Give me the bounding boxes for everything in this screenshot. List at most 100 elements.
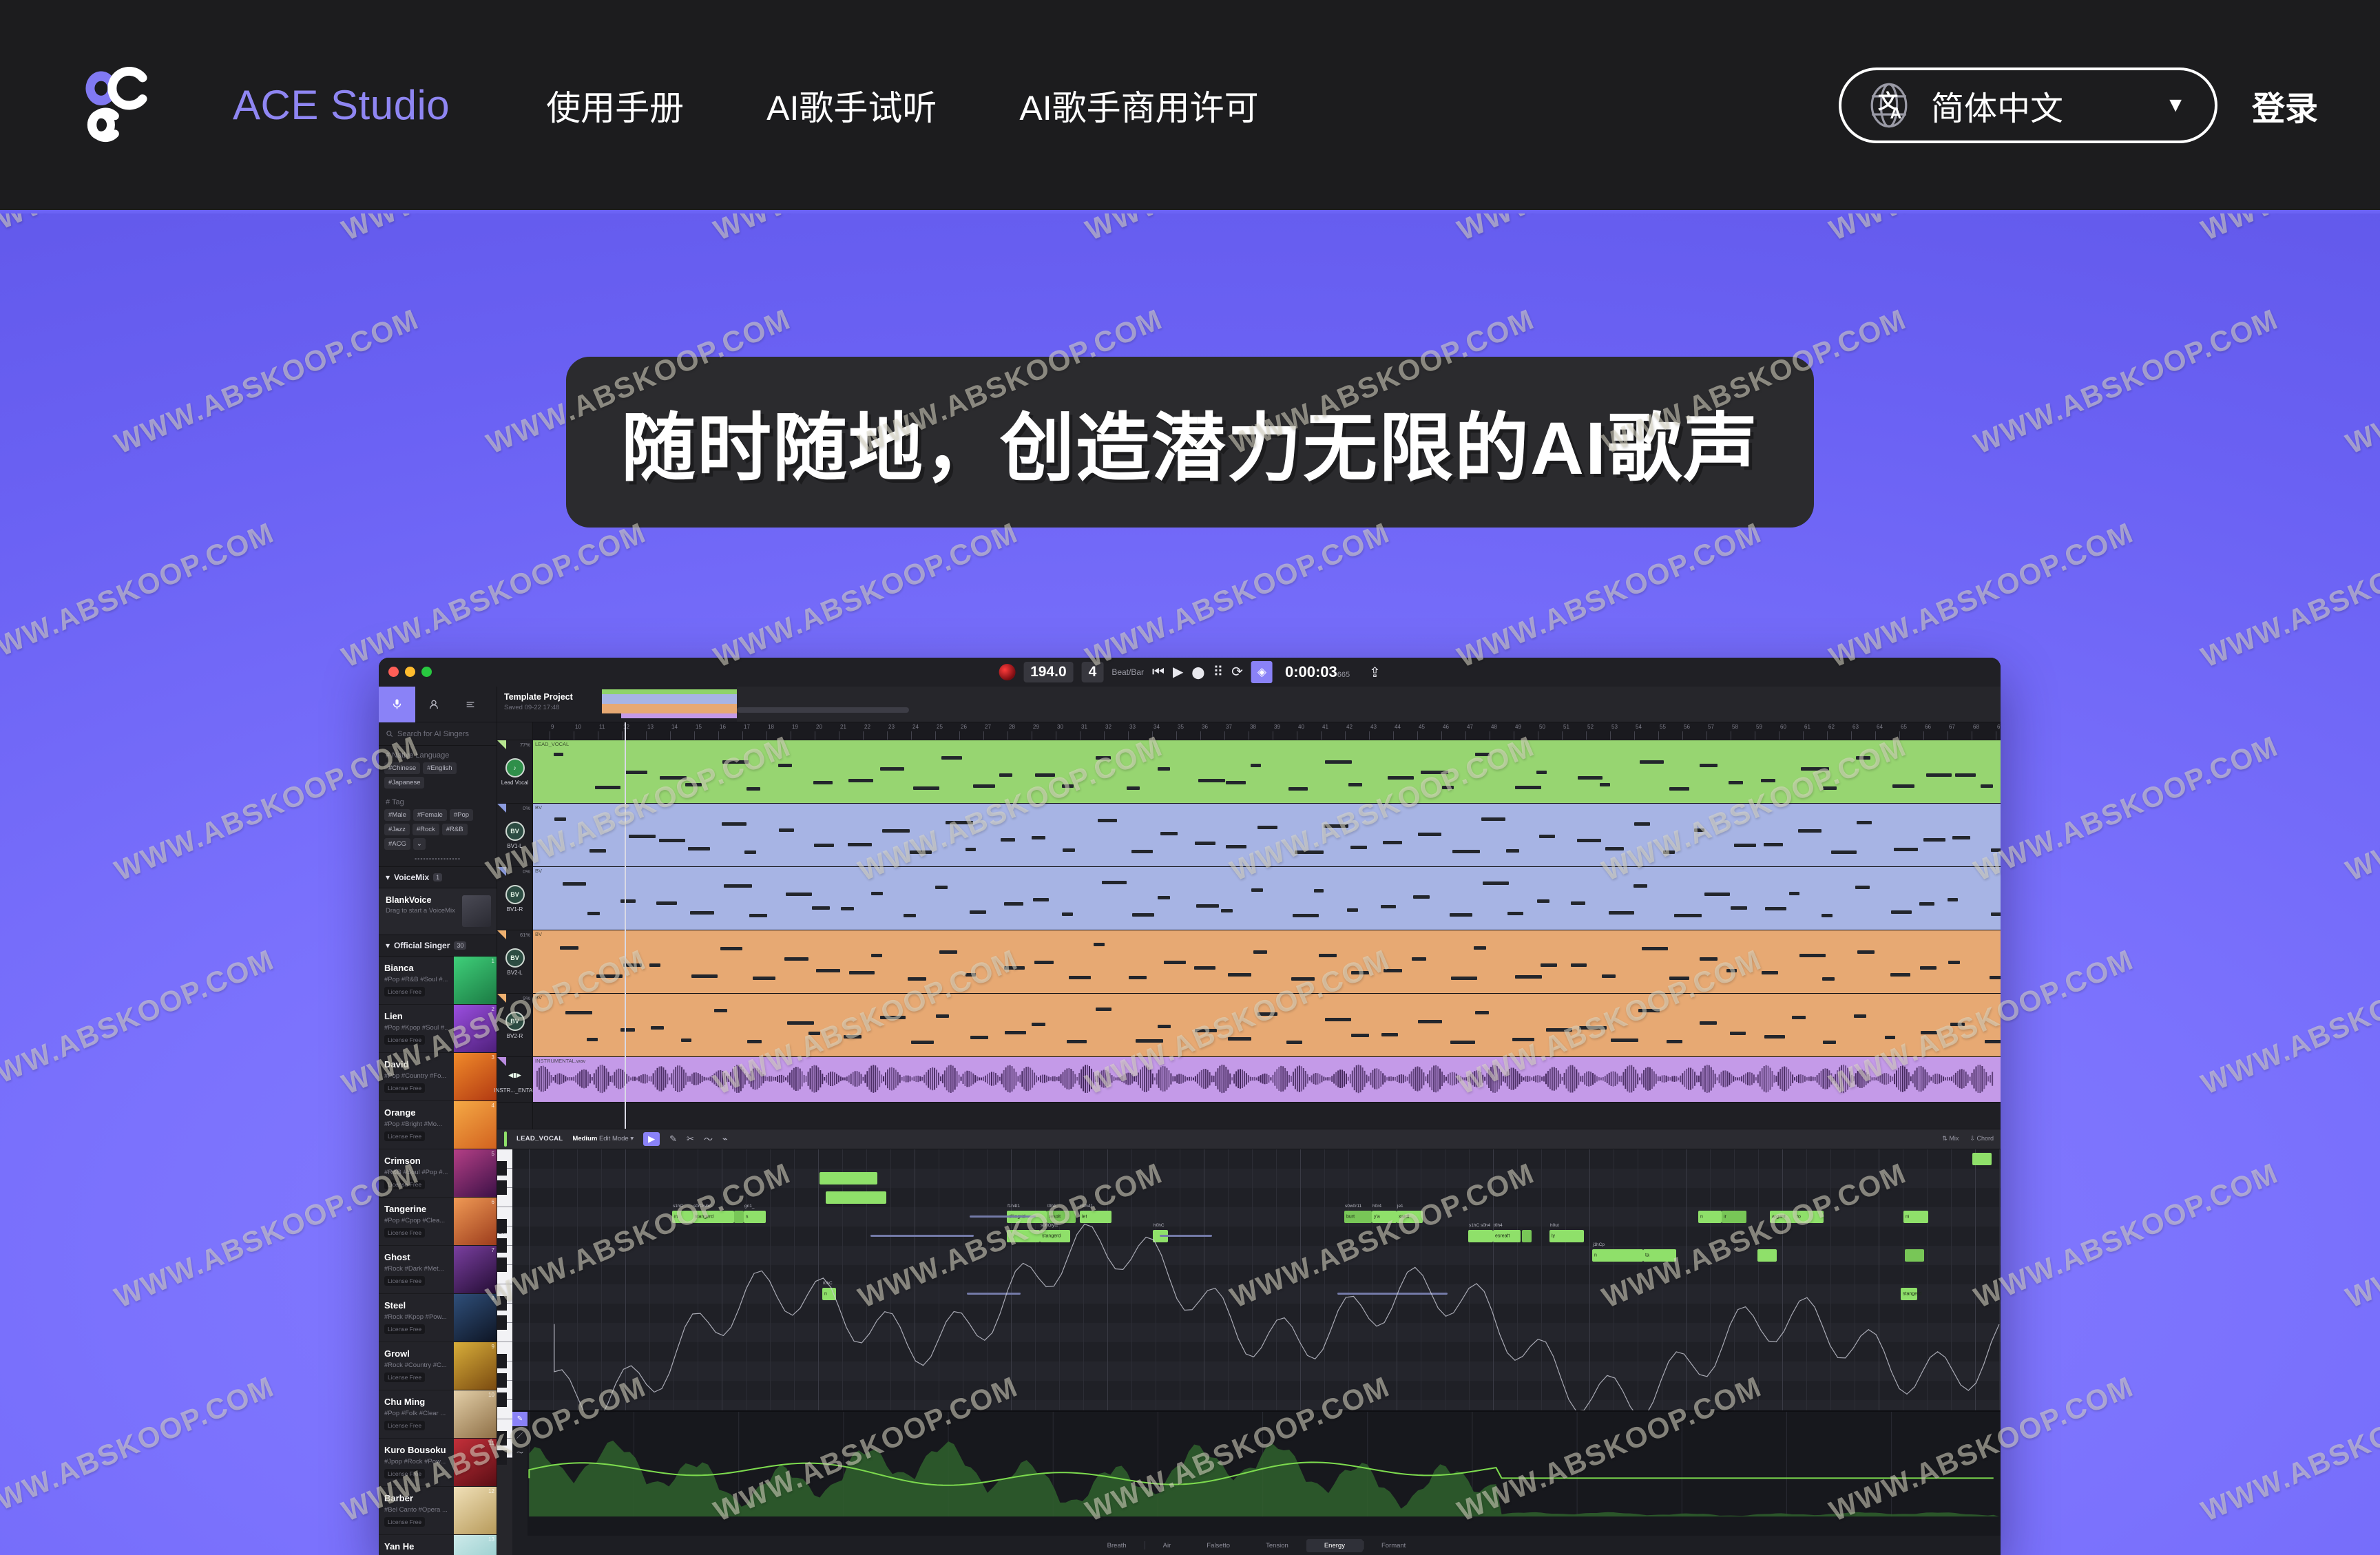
piano-key-black[interactable]	[497, 1373, 507, 1388]
tab-list[interactable]	[452, 687, 488, 722]
chord-button[interactable]: ⇩ Chord	[1970, 1135, 1994, 1142]
note[interactable]	[826, 1191, 886, 1204]
tab-air[interactable]: Air	[1145, 1539, 1189, 1552]
track-row[interactable]: BV	[533, 867, 2001, 930]
note[interactable]	[1905, 1249, 1924, 1262]
parameter-pane[interactable]: ✎ ／ 〜 BreathAirFalsettoTensionEnergyForm…	[512, 1410, 2001, 1555]
bpm-value[interactable]: 194.0	[1023, 662, 1074, 682]
metronome-icon[interactable]: ◈	[1251, 661, 1273, 683]
track-header[interactable]: ◀▮▶INSTR..._ENTAL	[497, 1057, 532, 1103]
record-icon[interactable]: ⬤	[1191, 667, 1204, 678]
note[interactable]: n	[1698, 1211, 1722, 1223]
note[interactable]: ir	[1722, 1211, 1746, 1223]
audio-clip[interactable]: BV	[533, 867, 2001, 930]
blank-voice-item[interactable]: BlankVoice Drag to start a VoiceMix	[379, 888, 497, 935]
edit-mode-selector[interactable]: Medium Edit Mode ▾	[572, 1135, 634, 1142]
track-row[interactable]: BV	[533, 804, 2001, 867]
chip-pop[interactable]: #Pop	[450, 809, 473, 821]
note[interactable]: xardf	[1397, 1211, 1423, 1223]
list-item[interactable]: Chu Ming#Pop #Folk #Clear ...License Fre…	[379, 1390, 497, 1439]
chip-jazz[interactable]: #Jazz	[384, 824, 410, 835]
loop-icon[interactable]: ⟳	[1231, 665, 1243, 679]
list-item[interactable]: Barber#Bel Canto #Opera ...License Free1…	[379, 1487, 497, 1535]
official-singer-group-header[interactable]: ▾ Official Singer 30	[379, 935, 497, 957]
piano-key-black[interactable]	[497, 1257, 507, 1272]
chip-acg[interactable]: #ACG	[384, 838, 410, 850]
ace-logo-icon[interactable]	[79, 65, 160, 146]
audio-clip[interactable]: INSTRUMENTAL.wav	[533, 1057, 2001, 1102]
note[interactable]: ta	[1643, 1249, 1676, 1262]
skip-back-icon[interactable]: ⏮	[1152, 665, 1165, 679]
erase-curve-icon[interactable]: ⌁	[722, 1134, 728, 1145]
scissors-icon[interactable]: ✂	[687, 1134, 694, 1145]
chip-japanese[interactable]: #Japanese	[384, 777, 424, 789]
note[interactable]	[1468, 1230, 1493, 1242]
track-row[interactable]: INSTRUMENTAL.wav	[533, 1057, 2001, 1103]
note[interactable]: stangerd	[693, 1211, 734, 1223]
note[interactable]: burt	[1344, 1211, 1372, 1223]
language-selector[interactable]: 文 A 简体中文 ▼	[1839, 67, 2217, 143]
list-item[interactable]: Tangerine#Pop #Cpop #Clea...License Free…	[379, 1198, 497, 1246]
chip-female[interactable]: #Female	[413, 809, 447, 821]
piano-key-black[interactable]	[497, 1450, 507, 1465]
tab-falsetto[interactable]: Falsetto	[1189, 1539, 1248, 1552]
note[interactable]: to	[1795, 1211, 1824, 1223]
avatar[interactable]: ♪	[505, 758, 525, 778]
note[interactable]	[1757, 1249, 1777, 1262]
note-grid[interactable]: ins1hCstangerds0rOwbnsgn1_nt0hCd'lingrid…	[512, 1149, 2001, 1411]
audio-clip[interactable]: BV	[533, 930, 2001, 993]
note[interactable]: y'a	[1372, 1211, 1397, 1223]
list-item[interactable]: Yan He#Neutral #Clean #I...License Requi…	[379, 1535, 497, 1555]
piano-key-black[interactable]	[497, 1392, 507, 1407]
track-row[interactable]: BV	[533, 994, 2001, 1057]
piano-key-black[interactable]	[497, 1180, 507, 1195]
close-icon[interactable]	[388, 667, 399, 677]
project-minimap[interactable]	[602, 689, 737, 720]
note[interactable]	[1522, 1230, 1532, 1242]
audio-clip[interactable]: BV	[533, 804, 2001, 866]
tab-tension[interactable]: Tension	[1248, 1539, 1306, 1552]
track-row[interactable]: BV	[533, 930, 2001, 994]
chip-rock[interactable]: #Rock	[413, 824, 439, 835]
nav-item-manual[interactable]: 使用手册	[546, 81, 684, 130]
avatar[interactable]: BV	[505, 1012, 525, 1031]
project-meta[interactable]: Template Project Saved 09-22 17:48	[497, 687, 602, 722]
chip-male[interactable]: #Male	[384, 809, 410, 821]
arrangement-grid[interactable]: 9101112131415161718192021222324252627282…	[533, 722, 2001, 1129]
audio-clip[interactable]: LEAD_VOCAL	[533, 740, 2001, 803]
avatar[interactable]: BV	[505, 822, 525, 841]
piano-key-black[interactable]	[497, 1354, 507, 1368]
note[interactable]: ni	[1903, 1211, 1928, 1223]
mix-button[interactable]: ⇅ Mix	[1942, 1135, 1959, 1142]
list-item[interactable]: Crimson#R&B #Soul #Pop #...License Free5	[379, 1149, 497, 1198]
list-item[interactable]: David#Pop #Country #Fo...License Free3	[379, 1053, 497, 1101]
piano-key-black[interactable]	[497, 1296, 507, 1311]
draw-curve-icon[interactable]: 〜	[704, 1132, 713, 1145]
list-item[interactable]: Kuro Bousoku#Jpop #Rock #Pow...License F…	[379, 1439, 497, 1487]
track-clips-area[interactable]: LEAD_VOCALBVBVBVBVINSTRUMENTAL.wav	[533, 740, 2001, 1103]
note[interactable]: resolt	[1047, 1211, 1076, 1223]
piano-key-black[interactable]	[497, 1238, 507, 1253]
avatar[interactable]: ◀▮▶	[505, 1066, 525, 1085]
note[interactable]: stangerd	[1901, 1288, 1917, 1300]
piano-key-black[interactable]	[497, 1161, 507, 1176]
piano-key-black[interactable]	[497, 1219, 507, 1233]
avatar[interactable]: BV	[505, 948, 525, 968]
chip-expand-icon[interactable]: ⌄	[413, 838, 426, 850]
tab-energy[interactable]: Energy	[1306, 1539, 1363, 1552]
time-signature-value[interactable]: 4	[1082, 662, 1104, 682]
minimize-icon[interactable]	[405, 667, 415, 677]
list-item[interactable]: Ghost#Rock #Dark #Met...License Free7	[379, 1246, 497, 1294]
note[interactable]: n	[822, 1288, 836, 1300]
audio-clip[interactable]: BV	[533, 994, 2001, 1056]
note[interactable]: ly	[1549, 1230, 1584, 1242]
nav-item-demo[interactable]: AI歌手试听	[766, 81, 937, 130]
chip-english[interactable]: #English	[423, 762, 456, 774]
zoom-icon[interactable]	[421, 667, 432, 677]
track-header[interactable]: 61%BVBV2-L	[497, 930, 532, 994]
tab-breath[interactable]: Breath	[1089, 1539, 1145, 1552]
window-controls[interactable]	[388, 667, 432, 677]
note[interactable]: stangerd	[1040, 1230, 1070, 1242]
chip-rnb[interactable]: #R&B	[442, 824, 468, 835]
brand-title[interactable]: ACE Studio	[233, 81, 450, 129]
